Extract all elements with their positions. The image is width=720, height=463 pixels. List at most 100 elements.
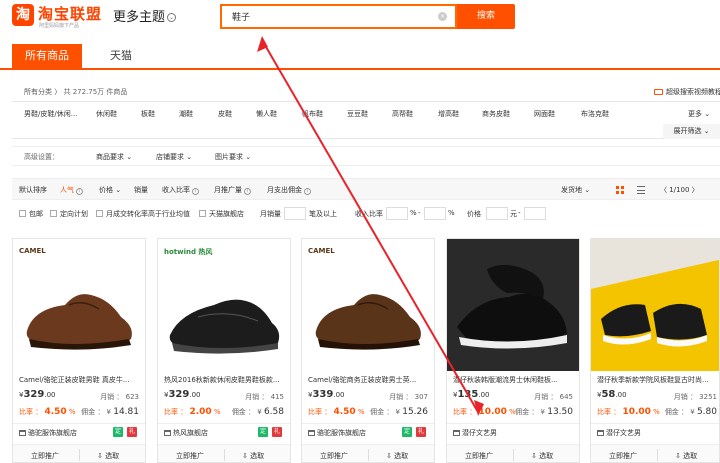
shop-link[interactable]: 骆驼服饰旗舰店 — [308, 428, 366, 438]
product-card[interactable]: hotwind 热风 热风2016秋新款休闲皮鞋男鞋板款... ¥329.00 … — [157, 238, 291, 463]
product-card[interactable]: 潜仔秋季新款学院风板鞋复古时尚... ¥58.00 月销 ： 3251 比率 ：… — [590, 238, 720, 463]
tmall-flagship-label: 天猫旗舰店 — [209, 210, 244, 218]
product-tabs: 所有商品 天猫 — [0, 44, 720, 70]
search-input[interactable] — [222, 6, 437, 27]
taobao-union-logo[interactable]: 淘 淘宝联盟 阿里妈妈旗下产品 — [12, 2, 104, 30]
super-search-tutorial-link[interactable]: 超级搜索视频教程 — [654, 87, 720, 97]
gift-badge-icon: 礼 — [272, 427, 282, 437]
select-label: 选取 — [250, 452, 265, 460]
sort-popularity[interactable]: 人气 i — [60, 185, 83, 195]
conversion-rate-checkbox[interactable]: 月成交转化率高于行业均值 — [96, 209, 190, 219]
price-max-input[interactable] — [524, 207, 546, 220]
category-item[interactable]: 板鞋 — [141, 109, 155, 119]
income-ratio-label: 比率 ： — [19, 408, 43, 416]
product-title[interactable]: 热风2016秋新款休闲皮鞋男鞋板款... — [164, 375, 286, 385]
product-title[interactable]: Camel/骆驼正装皮鞋男鞋 真皮牛... — [19, 375, 141, 385]
category-item[interactable]: 网面鞋 — [534, 109, 555, 119]
category-more-button[interactable]: 更多 ⌄ — [688, 109, 710, 119]
commission-label: 佣金 ： — [515, 408, 539, 416]
list-view-icon[interactable] — [637, 186, 645, 194]
checkbox-icon — [19, 210, 26, 217]
product-image[interactable]: CAMEL — [13, 239, 145, 371]
search-button[interactable]: 搜索 — [457, 4, 515, 29]
income-ratio-max-input[interactable] — [424, 207, 446, 220]
category-row: 男鞋/皮鞋/休闲... 休闲鞋 板鞋 潮鞋 皮鞋 懒人鞋 帆布鞋 豆豆鞋 高帮鞋… — [12, 102, 720, 124]
select-button[interactable]: ⇩ 选取 — [531, 451, 553, 461]
sort-price[interactable]: 价格 ⌄ — [99, 185, 121, 195]
sort-income-ratio[interactable]: 收入比率 i — [162, 185, 199, 195]
category-item[interactable]: 懒人鞋 — [256, 109, 277, 119]
category-item[interactable]: 商务皮鞋 — [482, 109, 510, 119]
shop-link[interactable]: 热风旗舰店 — [164, 428, 208, 438]
product-image[interactable] — [447, 239, 579, 371]
price-decimal: .00 — [189, 391, 201, 399]
action-divider — [79, 449, 80, 461]
category-item[interactable]: 潮鞋 — [179, 109, 193, 119]
promote-now-button[interactable]: 立即推广 — [320, 451, 348, 461]
tmall-flagship-checkbox[interactable]: 天猫旗舰店 — [199, 209, 244, 219]
commission-value: 13.50 — [547, 407, 573, 417]
shop-name: 潜仔文艺男 — [606, 429, 641, 437]
product-image[interactable]: CAMEL — [302, 239, 434, 371]
tab-all-products[interactable]: 所有商品 — [12, 44, 82, 68]
product-price: ¥58.00 — [597, 389, 627, 400]
shop-link[interactable]: 潜仔文艺男 — [597, 428, 641, 438]
shop-link[interactable]: 潜仔文艺男 — [453, 428, 497, 438]
shop-link[interactable]: 骆驼服饰旗舰店 — [19, 428, 77, 438]
category-item[interactable]: 增高鞋 — [438, 109, 459, 119]
category-item[interactable]: 帆布鞋 — [302, 109, 323, 119]
breadcrumb-all-categories[interactable]: 所有分类 — [24, 88, 52, 96]
tab-tmall[interactable]: 天猫 — [86, 44, 156, 68]
shop-row: 热风旗舰店 定 礼 — [158, 423, 290, 438]
select-button[interactable]: ⇩ 选取 — [675, 451, 697, 461]
income-ratio: 比率 ： 10.00 % — [453, 407, 516, 417]
price-decimal: .00 — [478, 391, 490, 399]
category-item[interactable]: 豆豆鞋 — [347, 109, 368, 119]
product-title[interactable]: 潜仔秋装韩版潮流男士休闲鞋板... — [453, 375, 575, 385]
sort-monthly-promotion[interactable]: 月推广量 i — [214, 185, 251, 195]
product-requirements-dropdown[interactable]: 商品要求 ⌄ — [96, 152, 132, 162]
product-image[interactable] — [591, 239, 719, 371]
free-shipping-checkbox[interactable]: 包邮 — [19, 209, 43, 219]
product-card[interactable]: CAMEL Camel/骆驼商务正装皮鞋男士英... ¥339.00 月销 ： … — [301, 238, 435, 463]
promote-now-button[interactable]: 立即推广 — [176, 451, 204, 461]
more-themes-link[interactable]: 更多主题 ⌄ — [113, 6, 177, 25]
targeted-plan-checkbox[interactable]: 定向计划 — [50, 209, 88, 219]
promote-now-button[interactable]: 立即推广 — [609, 451, 637, 461]
promote-now-button[interactable]: 立即推广 — [31, 451, 59, 461]
pagination[interactable]: 〈 1/100 〉 — [660, 185, 699, 195]
commission-label: 佣金 ： — [664, 408, 689, 416]
promote-now-button[interactable]: 立即推广 — [465, 451, 493, 461]
brand-logo: CAMEL — [308, 247, 335, 255]
category-item[interactable]: 布洛克鞋 — [581, 109, 609, 119]
select-button[interactable]: ⇩ 选取 — [386, 451, 408, 461]
select-button[interactable]: ⇩ 选取 — [97, 451, 119, 461]
price-min-input[interactable] — [486, 207, 508, 220]
sort-sales[interactable]: 销量 — [134, 185, 148, 195]
select-label: 选取 — [683, 452, 698, 460]
category-item[interactable]: 男鞋/皮鞋/休闲... — [24, 109, 77, 119]
select-button[interactable]: ⇩ 选取 — [242, 451, 264, 461]
grid-view-icon[interactable] — [616, 186, 624, 194]
income-ratio-label: 比率 ： — [308, 408, 332, 416]
product-title[interactable]: Camel/骆驼商务正装皮鞋男士英... — [308, 375, 430, 385]
category-item[interactable]: 高帮鞋 — [392, 109, 413, 119]
ship-from-dropdown[interactable]: 发货地 ⌄ — [561, 185, 590, 195]
percent-label: % — [448, 209, 455, 217]
expand-filter-button[interactable]: 展开筛选 ⌄ — [663, 124, 720, 139]
income-ratio-min-input[interactable] — [386, 207, 408, 220]
shop-name: 潜仔文艺男 — [462, 429, 497, 437]
clear-icon[interactable]: × — [438, 12, 447, 21]
product-image[interactable]: hotwind 热风 — [158, 239, 290, 371]
category-item[interactable]: 皮鞋 — [218, 109, 232, 119]
sort-monthly-payout[interactable]: 月支出佣金 i — [267, 185, 311, 195]
category-item[interactable]: 休闲鞋 — [96, 109, 117, 119]
product-card[interactable]: CAMEL Camel/骆驼正装皮鞋男鞋 真皮牛... ¥329.00 月销 ：… — [12, 238, 146, 463]
sort-default[interactable]: 默认排序 — [19, 185, 47, 195]
product-title[interactable]: 潜仔秋季新款学院风板鞋复古时尚... — [597, 375, 719, 385]
image-requirements-dropdown[interactable]: 图片要求 ⌄ — [215, 152, 251, 162]
shop-requirements-dropdown[interactable]: 店铺要求 ⌄ — [156, 152, 192, 162]
price-value: 339 — [312, 389, 334, 400]
product-card[interactable]: 潜仔秋装韩版潮流男士休闲鞋板... ¥135.00 月销 ： 645 比率 ： … — [446, 238, 580, 463]
monthly-sales-input[interactable] — [284, 207, 306, 220]
